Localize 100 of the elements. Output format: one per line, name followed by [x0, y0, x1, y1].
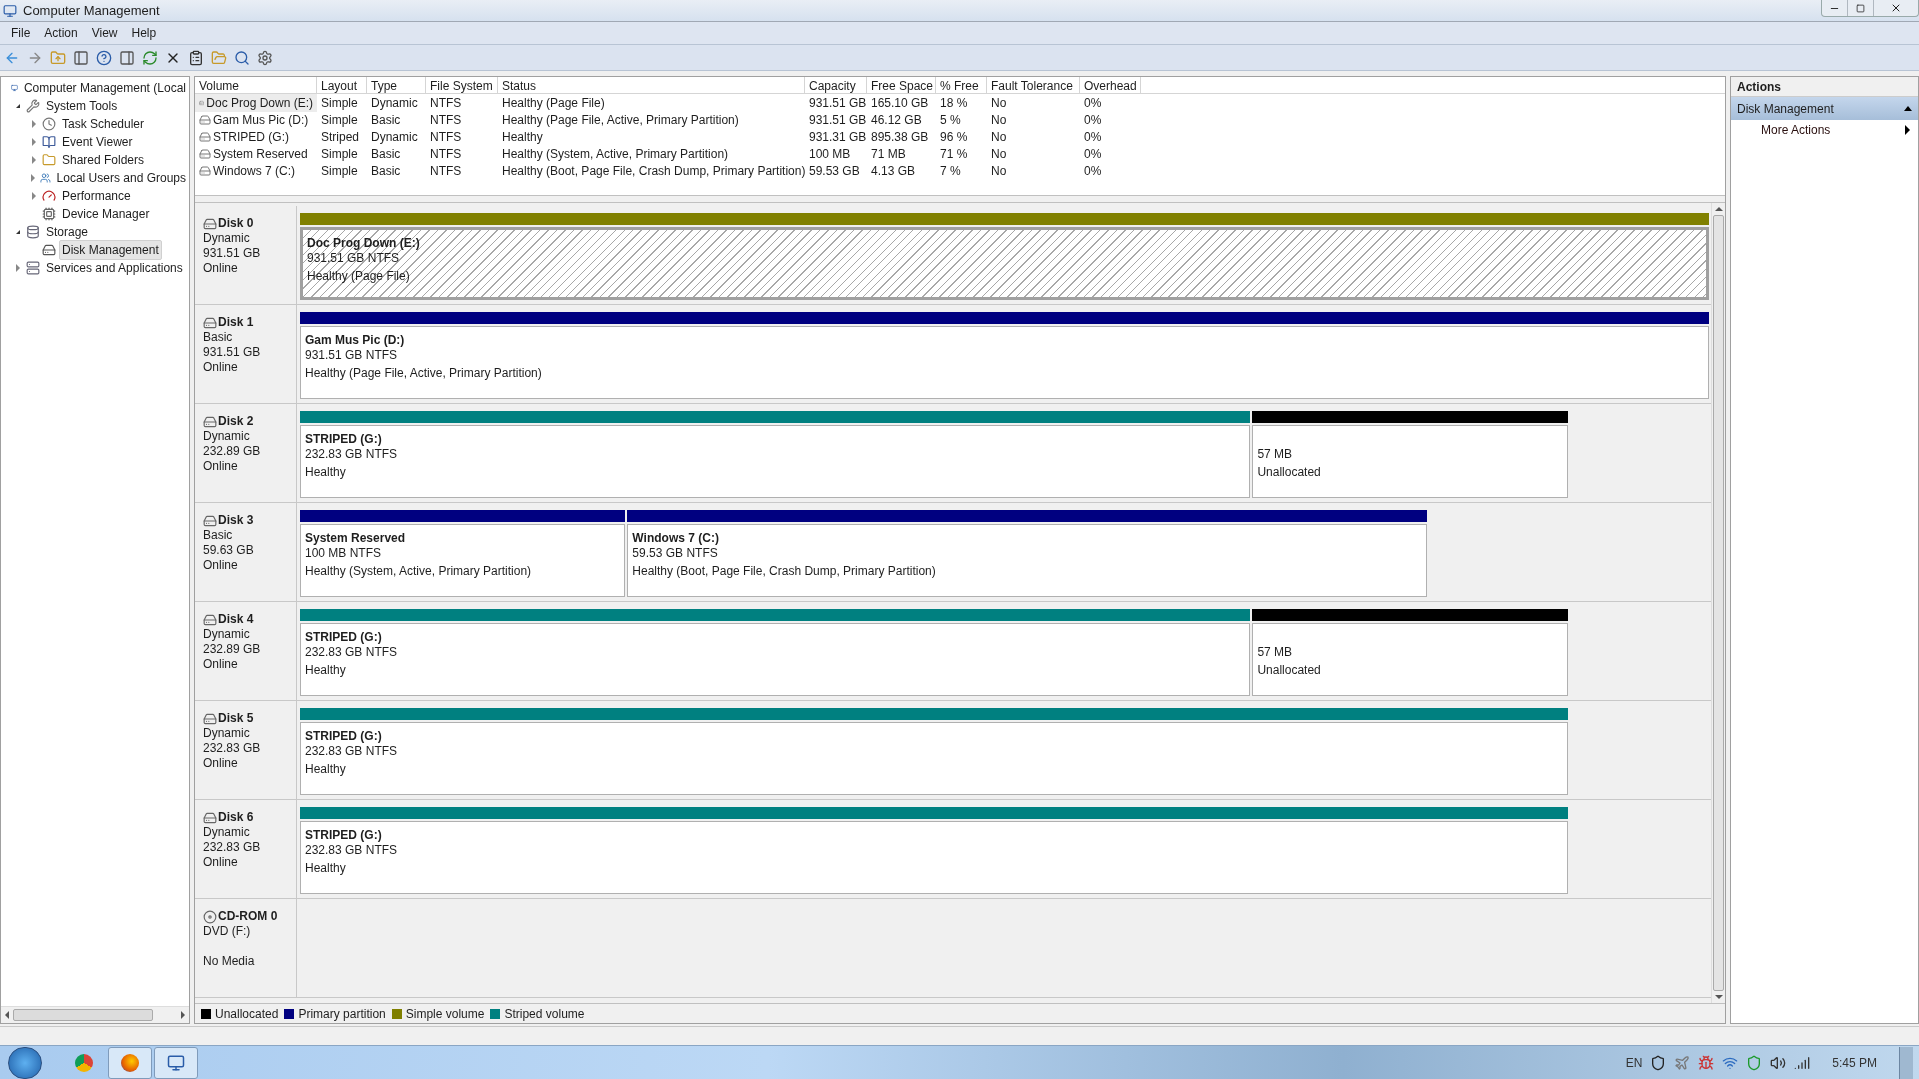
- open-folder-icon[interactable]: [211, 49, 227, 66]
- disk-type: Basic: [203, 528, 234, 543]
- action-pane-icon[interactable]: [119, 49, 135, 66]
- console-tree-icon[interactable]: [73, 49, 89, 66]
- tree-item[interactable]: Local Users and Groups: [53, 168, 189, 188]
- properties-icon[interactable]: [188, 49, 204, 66]
- collapse-arrow-icon[interactable]: [16, 104, 20, 108]
- cd-drive-icon: [203, 909, 217, 924]
- tree-item[interactable]: System Tools: [43, 96, 121, 116]
- expand-arrow-icon[interactable]: [32, 138, 36, 146]
- partition-status: Healthy (Page File): [307, 268, 411, 285]
- table-cell-text: 0%: [1083, 145, 1103, 163]
- table-cell-text: No: [990, 111, 1008, 129]
- show-desktop-button[interactable]: [1899, 1046, 1913, 1079]
- expand-arrow-icon[interactable]: [32, 156, 36, 164]
- disk-status: Online: [203, 261, 239, 276]
- partition-box[interactable]: STRIPED (G:) 232.83 GB NTFS Healthy: [300, 722, 1568, 795]
- partition-box[interactable]: Gam Mus Pic (D:) 931.51 GB NTFS Healthy (Page File, Active, Primary Partition): [300, 326, 1709, 399]
- menu-item[interactable]: Help: [124, 24, 164, 42]
- volume-icon: [199, 164, 211, 177]
- volume-icon[interactable]: [1770, 1054, 1787, 1071]
- tree-item[interactable]: Disk Management: [59, 240, 162, 260]
- partition-size: 931.51 GB NTFS: [307, 250, 401, 267]
- start-button[interactable]: [8, 1046, 42, 1079]
- column-header[interactable]: Capacity: [805, 77, 867, 93]
- table-cell[interactable]: Windows 7 (C:): [195, 161, 317, 180]
- column-header[interactable]: Free Space: [867, 77, 936, 93]
- help-icon[interactable]: [96, 49, 112, 66]
- column-header[interactable]: Status: [498, 77, 805, 93]
- expand-arrow-icon[interactable]: [32, 120, 36, 128]
- menu-item[interactable]: View: [84, 24, 125, 42]
- column-header[interactable]: Fault Tolerance: [987, 77, 1080, 93]
- tree-item[interactable]: Computer Management (Local: [20, 78, 189, 98]
- table-cell-text: Striped: [320, 128, 361, 146]
- bug-icon[interactable]: [1698, 1054, 1715, 1071]
- expand-arrow-icon[interactable]: [16, 264, 20, 272]
- expand-arrow-icon[interactable]: [32, 192, 36, 200]
- expand-arrow-icon[interactable]: [30, 174, 35, 182]
- column-header[interactable]: % Free: [936, 77, 987, 93]
- taskbar-button[interactable]: [108, 1046, 152, 1079]
- tree-item[interactable]: Performance: [59, 186, 134, 206]
- tree-item[interactable]: Event Viewer: [59, 132, 136, 152]
- plane-icon[interactable]: [1674, 1054, 1691, 1071]
- column-header[interactable]: File System: [426, 77, 498, 93]
- refresh-icon[interactable]: [142, 49, 158, 66]
- legend-label: Unallocated: [215, 1005, 279, 1023]
- disk-name: Disk 0: [218, 216, 254, 231]
- partition-status: Healthy: [305, 662, 347, 679]
- search-icon[interactable]: [234, 49, 250, 66]
- table-cell-text: Simple: [320, 94, 359, 112]
- device-icon: [42, 207, 56, 221]
- table-cell-text: 0%: [1083, 94, 1103, 112]
- tree-item[interactable]: Device Manager: [59, 204, 153, 224]
- folder-up-icon[interactable]: [50, 49, 66, 66]
- security-icon[interactable]: [1746, 1054, 1763, 1071]
- partition-size: 57 MB: [1257, 644, 1294, 661]
- tree-item[interactable]: Storage: [43, 222, 92, 242]
- action-item[interactable]: More Actions: [1731, 120, 1918, 140]
- language-indicator[interactable]: EN: [1625, 1053, 1643, 1072]
- partition-box[interactable]: STRIPED (G:) 232.83 GB NTFS Healthy: [300, 623, 1251, 696]
- column-header[interactable]: Volume: [195, 77, 317, 93]
- folder-icon: [42, 153, 56, 167]
- vertical-scrollbar[interactable]: [1711, 203, 1725, 1003]
- gauge-icon: [42, 189, 56, 203]
- action-group-header[interactable]: Disk Management: [1731, 97, 1918, 120]
- collapse-arrow-icon[interactable]: [16, 230, 20, 234]
- table-cell-text: No: [990, 162, 1008, 180]
- table-cell-text: 46.12 GB: [870, 111, 923, 129]
- settings-icon[interactable]: [257, 49, 273, 66]
- table-cell-text: Healthy (Boot, Page File, Crash Dump, Primary Partition): [501, 162, 805, 180]
- signal-icon[interactable]: [1794, 1054, 1811, 1071]
- tree-item[interactable]: Shared Folders: [59, 150, 148, 170]
- partition-box[interactable]: Windows 7 (C:) 59.53 GB NTFS Healthy (Boot, Page File, Crash Dump, Primary Partition): [627, 524, 1427, 597]
- shield-icon[interactable]: [1650, 1054, 1667, 1071]
- table-cell[interactable]: STRIPED (G:): [195, 127, 317, 146]
- clock[interactable]: 5:45 PM: [1832, 1053, 1877, 1072]
- disk-status: Online: [203, 855, 239, 870]
- table-cell[interactable]: System Reserved: [195, 144, 317, 163]
- table-cell-text: 5 %: [939, 111, 962, 129]
- partition-box[interactable]: STRIPED (G:) 232.83 GB NTFS Healthy: [300, 425, 1251, 498]
- menu-item[interactable]: File: [4, 24, 38, 42]
- menu-item[interactable]: Action: [37, 24, 85, 42]
- table-cell-text: 0%: [1083, 111, 1103, 129]
- close-icon: [1890, 2, 1902, 14]
- column-header[interactable]: Layout: [317, 77, 367, 93]
- horizontal-scrollbar[interactable]: [1, 1006, 189, 1023]
- table-cell-text: 100 MB: [808, 145, 852, 163]
- column-header[interactable]: Type: [367, 77, 426, 93]
- partition-box[interactable]: Doc Prog Down (E:) 931.51 GB NTFS Healthy (Page File): [300, 227, 1709, 300]
- partition-box[interactable]: 57 MB Unallocated: [1252, 425, 1568, 498]
- tree-item[interactable]: Task Scheduler: [59, 114, 148, 134]
- taskbar-button[interactable]: [154, 1046, 198, 1079]
- column-header[interactable]: Overhead: [1080, 77, 1141, 93]
- partition-box[interactable]: STRIPED (G:) 232.83 GB NTFS Healthy: [300, 821, 1568, 894]
- partition-box[interactable]: System Reserved 100 MB NTFS Healthy (System, Active, Primary Partition): [300, 524, 626, 597]
- table-cell[interactable]: Gam Mus Pic (D:): [195, 110, 317, 129]
- disk-type: Basic: [203, 330, 234, 345]
- partition-box[interactable]: 57 MB Unallocated: [1252, 623, 1568, 696]
- tree-item[interactable]: Services and Applications: [43, 258, 186, 278]
- disk-size: 59.63 GB: [203, 543, 255, 558]
